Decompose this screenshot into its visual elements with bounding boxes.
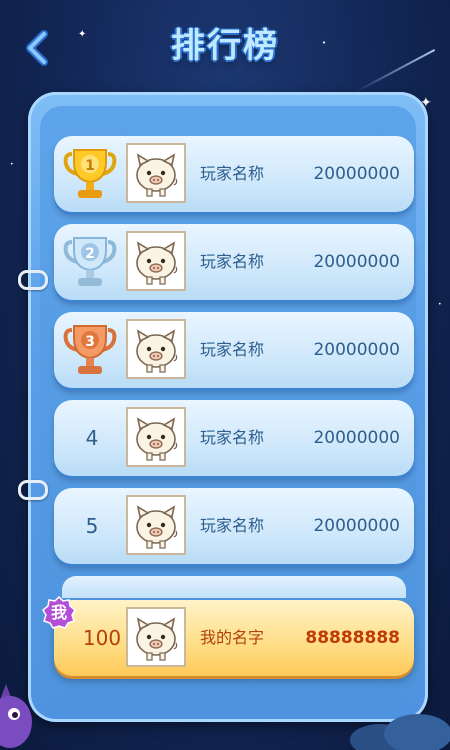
leaderboard-row-3[interactable]: 3 玩家名称 20000000 [54,312,414,388]
pig-avatar-icon [126,495,186,555]
my-player-name: 我的名字 [200,628,265,647]
pig-avatar-icon [126,231,186,291]
pig-avatar-icon [126,607,186,667]
player-name: 玩家名称 [200,428,265,447]
svg-text:1: 1 [85,158,95,174]
pig-avatar-icon [126,143,186,203]
player-name: 玩家名称 [200,340,265,359]
rank-number: 4 [85,426,99,450]
leaderboard-row-1[interactable]: 1 玩家名称 20000000 [54,136,414,212]
pig-avatar-icon [126,319,186,379]
cloud-decoration [350,714,450,750]
binder-ring [18,270,48,290]
leaderboard-row-2[interactable]: 2 玩家名称 20000000 [54,224,414,300]
star-icon: • [438,301,442,308]
my-rank-row[interactable]: 100 我的名字 88888888 [54,600,414,676]
monster-mascot-icon [0,684,32,748]
bronze-trophy-icon: 3 [63,325,117,374]
silver-trophy-icon: 2 [63,237,117,286]
player-score: 20000000 [313,516,400,536]
player-score: 20000000 [313,164,400,184]
player-score: 20000000 [313,340,400,360]
player-score: 20000000 [313,428,400,448]
gold-trophy-icon: 1 [63,149,117,198]
binder-ring [18,480,48,500]
svg-text:3: 3 [85,334,95,350]
svg-text:2: 2 [85,246,95,262]
leaderboard-row-4[interactable]: 4 玩家名称 20000000 [54,400,414,476]
player-name: 玩家名称 [200,516,265,535]
pig-avatar-icon [126,407,186,467]
my-rank-number: 100 [82,626,122,650]
page-title: 排行榜 [171,26,279,66]
rank-number: 5 [85,514,99,538]
leaderboard-screen: ✦ • ✦ • • 排行榜 1 玩家名称 20000000 2 玩家名称 200… [0,0,450,750]
star-icon: • [10,161,14,168]
player-score: 20000000 [313,252,400,272]
list-scroll-peek [62,576,406,598]
leaderboard-row-5[interactable]: 5 玩家名称 20000000 [54,488,414,564]
my-player-score: 88888888 [305,628,400,648]
me-badge-label: 我 [50,603,67,622]
player-name: 玩家名称 [200,164,265,183]
player-name: 玩家名称 [200,252,265,271]
